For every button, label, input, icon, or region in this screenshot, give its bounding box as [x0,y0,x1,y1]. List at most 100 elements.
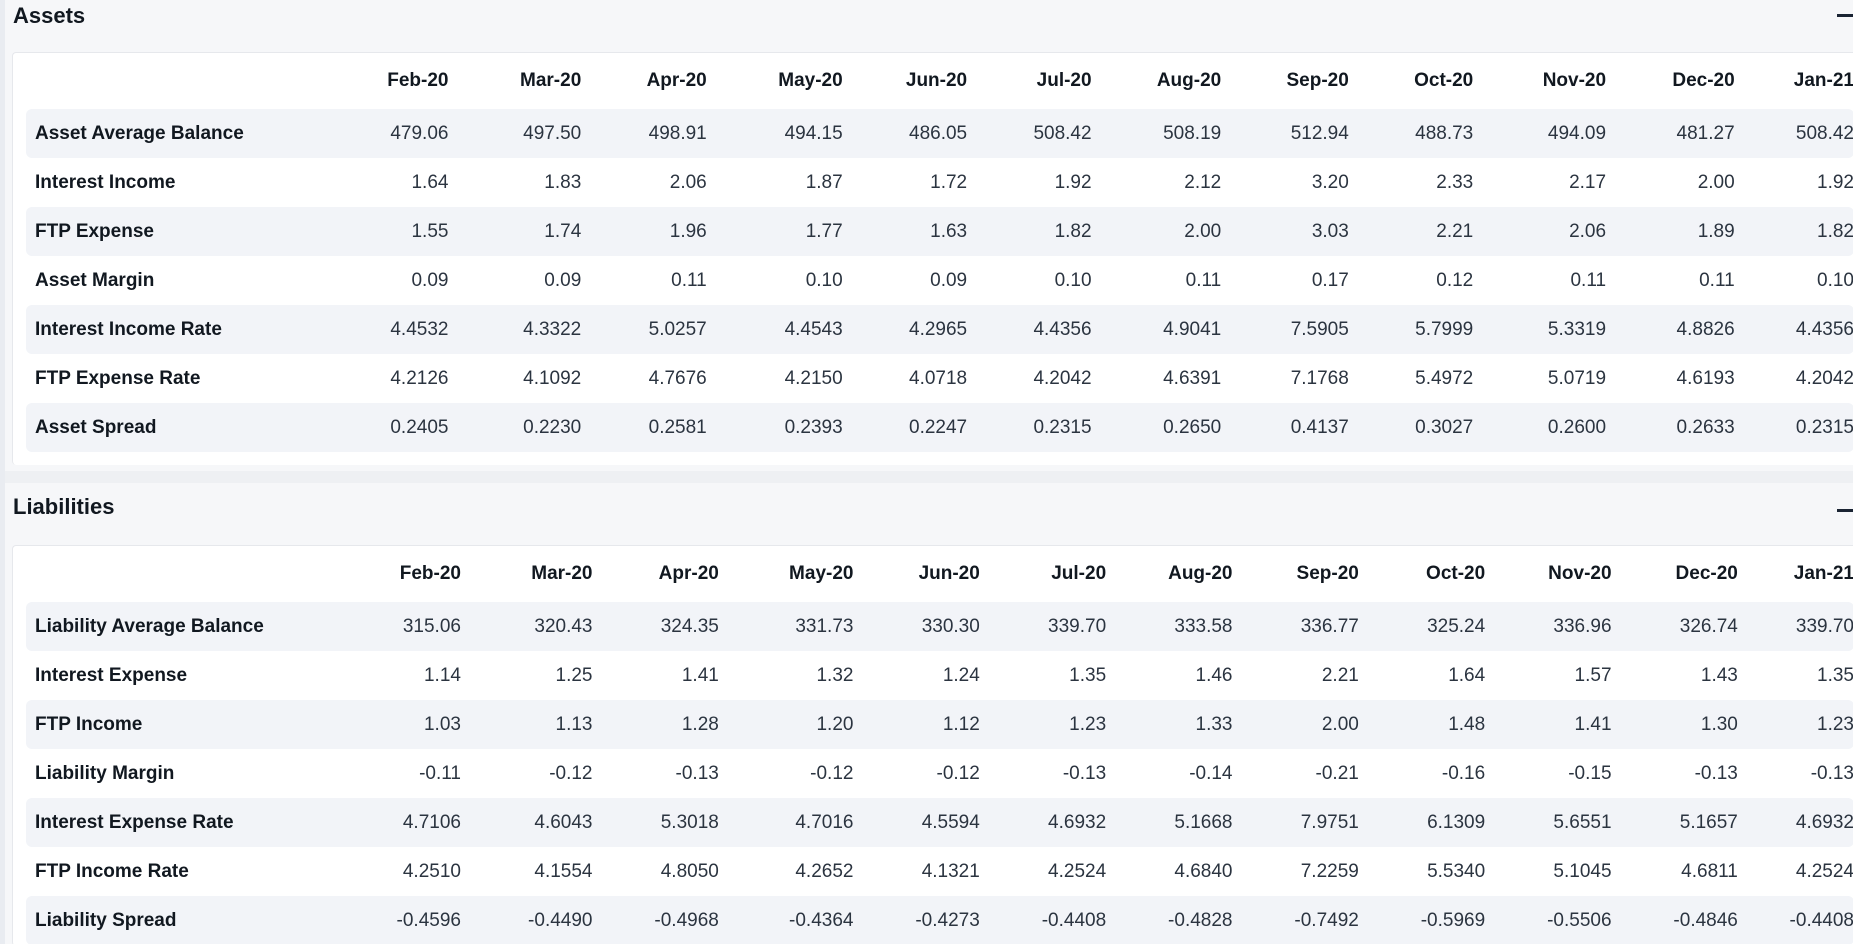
table-cell: 4.2150 [784,367,843,389]
table-cell: 3.20 [1311,171,1349,193]
table-cell: -0.4408 [1737,896,1853,944]
table-cell: 1.89 [1606,207,1735,256]
table-cell: 481.27 [1606,109,1735,158]
table-cell: 0.2600 [1473,403,1607,452]
table-cell: 4.1321 [921,860,980,882]
table-row: Asset Spread 0.2405 0.2230 0.2581 0.2393 0.22… [26,403,1853,452]
assets-panel-header: Assets [5,0,1853,44]
table-cell: 1.23 [1737,700,1853,749]
table-cell: 486.05 [842,109,968,158]
liabilities-table: Feb-20 Mar-20 Apr-20 May-20 Jun-20 Jul-20 Aug-… [26,546,1853,944]
table-cell: 333.58 [1106,602,1233,651]
table-cell: 1.25 [555,664,593,686]
table-cell: 4.2042 [1033,367,1092,389]
table-cell: 2.33 [1436,171,1474,193]
table-cell: 2.12 [1184,171,1222,193]
table-cell: 4.7016 [718,798,854,847]
table-cell: 5.0257 [581,305,707,354]
column-header: Feb-20 [387,70,449,91]
table-cell: 498.91 [581,109,707,158]
row-label: Asset Spread [26,403,340,452]
assets-collapse-button[interactable] [1837,14,1853,18]
table-cell: 1.63 [842,207,968,256]
table-cell: 5.7999 [1348,305,1474,354]
table-cell: 2.21 [1321,664,1359,686]
minus-icon [1837,509,1853,512]
table-cell: -0.21 [1315,762,1359,784]
table-cell: 2.00 [1232,700,1359,749]
table-cell: 0.10 [805,269,843,291]
table-cell: 0.2247 [842,403,968,452]
table-cell: 1.72 [930,171,968,193]
row-label: FTP Income Rate [35,860,189,882]
table-cell: 1.33 [1106,700,1233,749]
table-cell: 4.2652 [795,860,854,882]
table-cell: 1.30 [1611,700,1738,749]
table-cell: 1.74 [448,207,582,256]
table-cell: 1.20 [718,700,854,749]
table-cell: -0.4273 [853,896,980,944]
table-cell: 0.09 [930,269,968,291]
table-row: Asset Average Balance 479.06 497.50 498.91 4… [26,109,1853,158]
row-label: Interest Income Rate [26,305,340,354]
assets-table-card: Feb-20 Mar-20 Apr-20 May-20 Jun-20 Jul-20 Aug-… [12,52,1853,465]
column-header: May-20 [778,70,843,91]
table-cell: 1.43 [1700,664,1738,686]
table-cell: 0.4137 [1221,403,1349,452]
column-header: Apr-20 [646,70,707,91]
table-cell: 5.1045 [1553,860,1612,882]
row-label: Asset Margin [35,269,155,291]
table-cell: 0.10 [1817,269,1853,291]
table-cell: 5.3319 [1473,305,1607,354]
table-cell: 0.11 [1185,269,1222,291]
table-cell: 330.30 [853,602,980,651]
table-cell: 5.3018 [592,798,719,847]
table-cell: 0.2315 [1734,403,1853,452]
table-cell: -0.4846 [1611,896,1738,944]
table-cell: 324.35 [592,602,719,651]
table-cell: 0.09 [411,269,449,291]
column-header: Jul-20 [1036,70,1092,91]
table-row: Liability Margin -0.11 -0.12 -0.13 -0.12 -0.1… [26,749,1853,798]
section-divider [5,471,1853,483]
column-header: Oct-20 [1414,70,1474,91]
table-cell: 1.92 [1817,171,1853,193]
table-cell: -0.4968 [592,896,719,944]
table-cell: 508.42 [967,109,1092,158]
table-cell: 4.7106 [340,798,461,847]
table-cell: 0.2650 [1091,403,1222,452]
table-cell: 1.64 [411,171,449,193]
table-cell: 1.46 [1195,664,1233,686]
table-cell: 2.00 [1697,171,1735,193]
table-cell: -0.12 [549,762,593,784]
table-cell: 4.2524 [1795,860,1853,882]
table-cell: 0.11 [1570,269,1607,291]
table-cell: -0.5969 [1358,896,1486,944]
table-row: Interest Income 1.64 1.83 2.06 1.87 1.72 1.92 2… [26,158,1853,207]
table-cell: 497.50 [448,109,582,158]
column-header: Mar-20 [531,563,593,584]
table-cell: 339.70 [1737,602,1853,651]
row-label: FTP Income [26,700,341,749]
liabilities-title: Liabilities [13,494,115,519]
table-cell: 1.82 [967,207,1092,256]
liabilities-collapse-button[interactable] [1837,509,1853,513]
table-cell: 315.06 [340,602,461,651]
table-cell: 0.2393 [706,403,843,452]
table-cell: -0.16 [1441,762,1486,784]
table-cell: 0.17 [1311,269,1349,291]
row-label: Interest Expense Rate [26,798,341,847]
table-cell: 508.42 [1734,109,1853,158]
table-cell: -0.14 [1189,762,1233,784]
table-cell: 326.74 [1611,602,1738,651]
table-cell: -0.13 [1810,762,1853,784]
table-cell: -0.15 [1568,762,1612,784]
table-cell: 7.2259 [1300,860,1359,882]
table-cell: 512.94 [1221,109,1349,158]
table-cell: 2.06 [669,171,707,193]
table-row: Interest Expense 1.14 1.25 1.41 1.32 1.24 1.35… [26,651,1853,700]
row-label-header [26,53,340,109]
column-header: Aug-20 [1168,563,1233,584]
table-cell: 5.0719 [1547,367,1607,389]
table-cell: 4.5594 [853,798,980,847]
